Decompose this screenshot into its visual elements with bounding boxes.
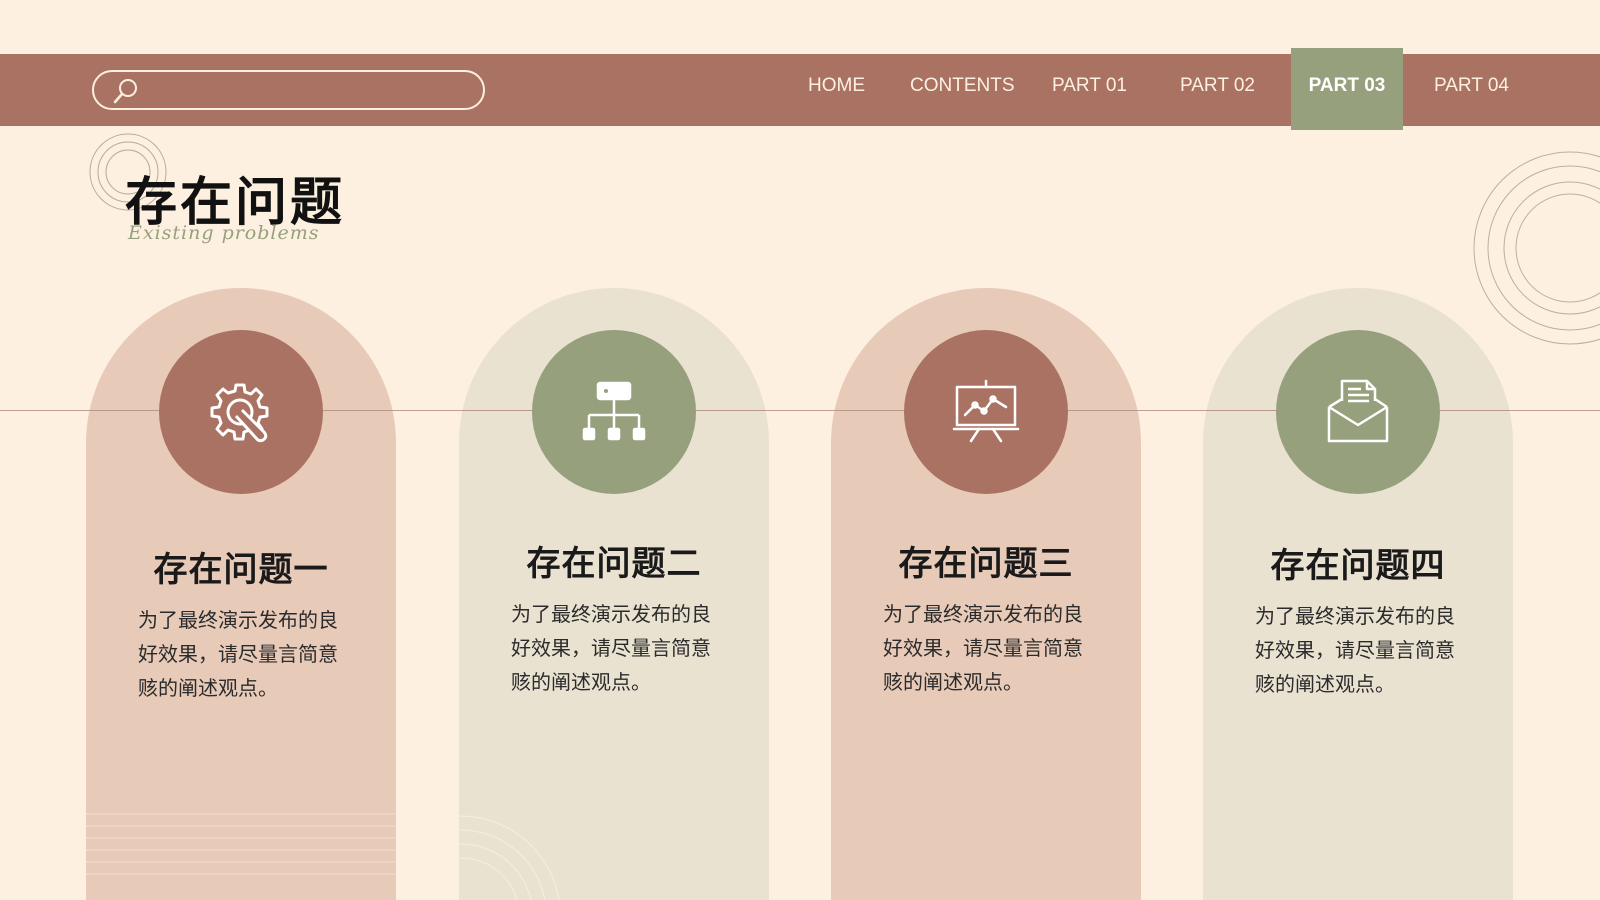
- page-subtitle: Existing problems: [128, 222, 320, 244]
- hierarchy-icon: [582, 381, 646, 441]
- card-icon-circle: [904, 330, 1068, 494]
- problem-card-3: 存在问题三 为了最终演示发布的良好效果，请尽量言简意赅的阐述观点。: [831, 288, 1141, 900]
- card-title: 存在问题三: [898, 544, 1074, 584]
- problem-card-4: 存在问题四 为了最终演示发布的良好效果，请尽量言简意赅的阐述观点。: [1203, 288, 1513, 900]
- card-body-text: 为了最终演示发布的良好效果，请尽量言简意赅的阐述观点。: [883, 602, 1083, 694]
- nav-part-04[interactable]: PART 04: [1434, 54, 1509, 126]
- right-decoration-circles: [1473, 151, 1600, 345]
- card-body-text: 为了最终演示发布的良好效果，请尽量言简意赅的阐述观点。: [511, 602, 711, 694]
- card-title: 存在问题二: [526, 544, 702, 584]
- gear-wrench-icon: [210, 383, 269, 443]
- card-icon-circle: [532, 330, 696, 494]
- arc-decoration: [459, 815, 560, 900]
- card-icon-circle: [1276, 330, 1440, 494]
- search-icon[interactable]: [112, 77, 140, 105]
- problem-card-1: 存在问题一 为了最终演示发布的良好效果，请尽量言简意赅的阐述观点。: [86, 288, 396, 900]
- search-input[interactable]: [146, 74, 466, 106]
- nav-part-01[interactable]: PART 01: [1052, 54, 1127, 126]
- presentation-chart-icon: [952, 379, 1020, 443]
- card-icon-circle: [159, 330, 323, 494]
- problem-card-2: 存在问题二 为了最终演示发布的良好效果，请尽量言简意赅的阐述观点。: [459, 288, 769, 900]
- search-box[interactable]: [92, 70, 485, 110]
- card-title: 存在问题一: [153, 550, 329, 590]
- nav-home[interactable]: HOME: [808, 54, 865, 126]
- top-navbar: HOME CONTENTS PART 01 PART 02 PART 03 PA…: [0, 48, 1600, 130]
- card-body-text: 为了最终演示发布的良好效果，请尽量言简意赅的阐述观点。: [1255, 604, 1455, 696]
- card-body-text: 为了最终演示发布的良好效果，请尽量言简意赅的阐述观点。: [138, 608, 338, 700]
- nav-part-02[interactable]: PART 02: [1180, 54, 1255, 126]
- nav-part-03-active[interactable]: PART 03: [1291, 48, 1403, 130]
- stripe-decoration: [86, 813, 396, 875]
- card-title: 存在问题四: [1270, 546, 1446, 586]
- envelope-document-icon: [1327, 379, 1389, 443]
- nav-contents[interactable]: CONTENTS: [910, 54, 1015, 126]
